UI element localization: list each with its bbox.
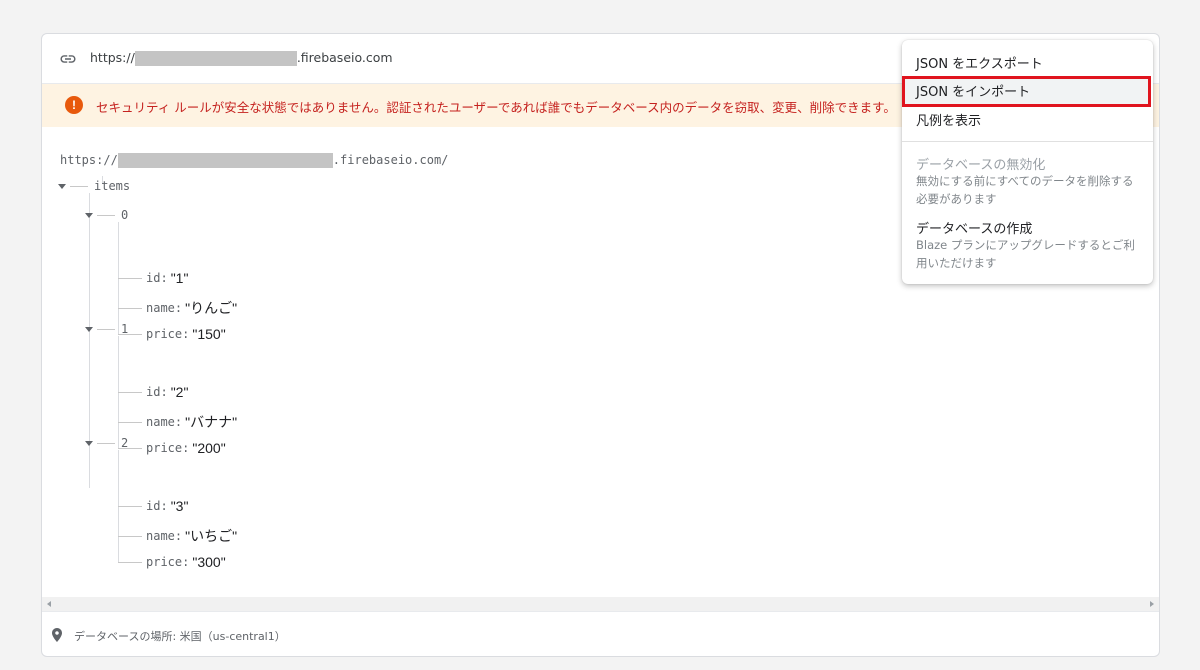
scroll-right-arrow-icon[interactable]: [1150, 601, 1154, 607]
tree-connector: [70, 185, 88, 187]
node-key: 0: [121, 208, 129, 222]
url-suffix: .firebaseio.com: [296, 50, 393, 65]
redacted-block: [134, 51, 297, 66]
leaf-value: "りんご": [185, 300, 238, 316]
caret-down-icon[interactable]: [85, 326, 93, 332]
menu-item-create-desc-2: 用いただけます: [916, 256, 997, 270]
root-url[interactable]: https:// .firebaseio.com/: [60, 153, 448, 168]
tree-node-2[interactable]: 2: [85, 436, 128, 450]
location-pin-icon: [52, 628, 62, 642]
node-key: 2: [121, 436, 129, 450]
leaf-key: name:: [146, 301, 183, 315]
tree-leaf[interactable]: id: "3": [118, 498, 188, 514]
tree-connector: [97, 328, 115, 330]
horizontal-scrollbar[interactable]: [42, 597, 1159, 611]
root-url-suffix: .firebaseio.com/: [332, 153, 449, 167]
leaf-key: name:: [146, 529, 183, 543]
warning-text: セキュリティ ルールが安全な状態ではありません。認証されたユーザーであれば誰でも…: [96, 100, 896, 115]
tree-leaf[interactable]: price: "200": [118, 440, 226, 456]
tree-leaf[interactable]: name: "バナナ": [118, 412, 237, 432]
tree-connector: [97, 214, 115, 216]
leaf-value: "3": [170, 498, 189, 514]
node-key: items: [94, 179, 131, 193]
tree-leaf[interactable]: price: "150": [118, 326, 226, 342]
menu-item-show-legend[interactable]: 凡例を表示: [902, 110, 1153, 129]
leaf-key: price:: [146, 327, 190, 341]
footer: データベースの場所: 米国（us-central1）: [42, 611, 1159, 656]
redacted-block: [117, 153, 333, 168]
caret-down-icon[interactable]: [58, 183, 66, 189]
overflow-menu: JSON をエクスポート JSON をインポート 凡例を表示 データベースの無効…: [902, 40, 1153, 284]
menu-item-disable-desc-2: 必要があります: [916, 192, 997, 206]
leaf-value: "バナナ": [185, 414, 238, 430]
tree-connector: [97, 442, 115, 444]
tree-leaf[interactable]: id: "1": [118, 270, 188, 286]
leaf-key: id:: [146, 271, 168, 285]
caret-down-icon[interactable]: [85, 440, 93, 446]
menu-item-create-desc-1: Blaze プランにアップグレードするとご利: [916, 238, 1135, 252]
leaf-value: "2": [170, 384, 189, 400]
menu-item-disable-desc-1: 無効にする前にすべてのデータを削除する: [916, 174, 1134, 188]
database-url[interactable]: https:// .firebaseio.com: [90, 50, 393, 66]
tree-node-0[interactable]: 0: [85, 208, 128, 222]
tree-node-items[interactable]: items: [58, 179, 130, 193]
link-icon[interactable]: [58, 50, 78, 68]
exclamation-circle-icon: !: [65, 96, 83, 114]
menu-item-export-json[interactable]: JSON をエクスポート: [902, 53, 1153, 72]
caret-down-icon[interactable]: [85, 212, 93, 218]
leaf-key: name:: [146, 415, 183, 429]
leaf-value: "150": [192, 326, 226, 342]
url-prefix: https://: [90, 50, 135, 65]
leaf-value: "1": [170, 270, 189, 286]
node-key: 1: [121, 322, 129, 336]
leaf-key: price:: [146, 441, 190, 455]
leaf-value: "いちご": [185, 528, 238, 544]
leaf-value: "200": [192, 440, 226, 456]
menu-divider: [902, 141, 1153, 142]
tree-leaf[interactable]: name: "いちご": [118, 526, 237, 546]
menu-item-create-database[interactable]: データベースの作成: [902, 218, 1153, 237]
tree-node-1[interactable]: 1: [85, 322, 128, 336]
tree-leaf[interactable]: id: "2": [118, 384, 188, 400]
tree-leaf[interactable]: name: "りんご": [118, 298, 237, 318]
leaf-key: id:: [146, 499, 168, 513]
leaf-key: price:: [146, 555, 190, 569]
menu-item-import-json[interactable]: JSON をインポート: [902, 81, 1153, 100]
leaf-key: id:: [146, 385, 168, 399]
root-url-prefix: https://: [60, 153, 118, 167]
database-location: データベースの場所: 米国（us-central1）: [74, 630, 286, 643]
leaf-value: "300": [192, 554, 226, 570]
tree-leaf[interactable]: price: "300": [118, 554, 226, 570]
menu-item-disable-database: データベースの無効化: [916, 158, 1046, 173]
scroll-left-arrow-icon[interactable]: [47, 601, 51, 607]
